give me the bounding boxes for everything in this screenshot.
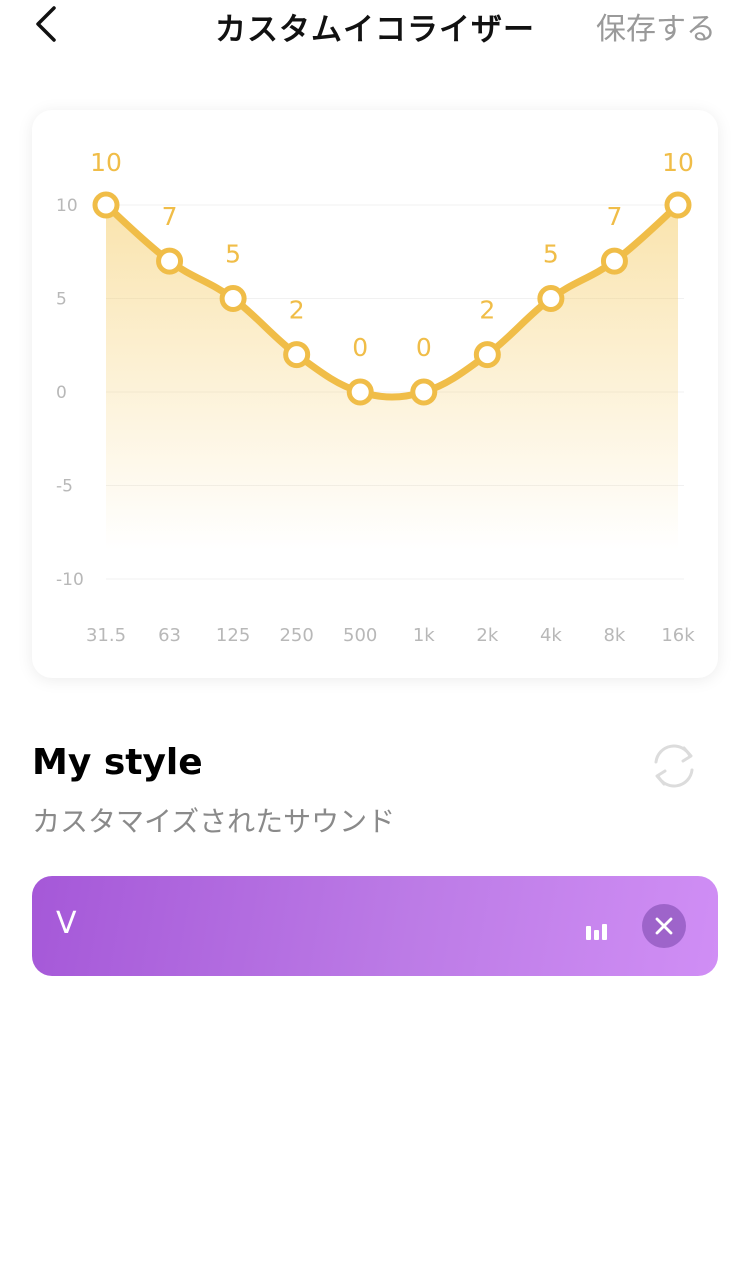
data-label: 7 [162, 202, 178, 231]
preset-bar[interactable]: V [32, 876, 718, 976]
equalizer-chart-card: 10 5 0 -5 -10 10 7 5 2 0 0 2 5 7 10 31.5 63 125 250 500 1k 2k… [32, 110, 718, 678]
data-point [473, 341, 501, 369]
y-tick-label: 5 [56, 290, 67, 310]
x-tick-label: 1k [413, 625, 435, 646]
data-label: 0 [416, 333, 432, 362]
data-point [410, 378, 438, 406]
save-button[interactable]: 保存する [596, 4, 716, 48]
data-label: 2 [479, 296, 495, 325]
x-tick-label: 4k [540, 625, 562, 646]
x-tick-label: 31.5 [86, 625, 126, 646]
data-label: 7 [606, 202, 622, 231]
data-label: 10 [90, 148, 122, 177]
data-label: 5 [225, 240, 241, 269]
y-tick-label: -10 [56, 570, 84, 590]
data-label: 5 [543, 240, 559, 269]
x-tick-label: 16k [661, 625, 695, 646]
x-tick-label: 250 [279, 625, 313, 646]
x-tick-label: 2k [476, 625, 498, 646]
x-tick-label: 8k [603, 625, 625, 646]
data-point [537, 285, 565, 312]
close-button[interactable] [642, 904, 686, 948]
close-icon [655, 917, 673, 935]
data-label: 2 [289, 296, 305, 325]
refresh-icon [654, 744, 694, 788]
preset-label: V [56, 906, 77, 941]
data-point [156, 247, 184, 275]
y-tick-label: 10 [56, 196, 78, 216]
style-subtitle: カスタマイズされたサウンド [32, 805, 396, 838]
x-tick-label: 500 [343, 625, 377, 646]
style-name: My style [32, 742, 203, 783]
data-point [92, 191, 120, 219]
x-tick-label: 125 [216, 625, 250, 646]
equalizer-bars-icon[interactable] [582, 912, 610, 940]
equalizer-chart: 10 5 0 -5 -10 10 7 5 2 0 0 2 5 7 10 31.5 63 125 250 500 1k 2k… [56, 148, 695, 646]
x-tick-label: 63 [158, 625, 181, 646]
header: カスタムイコライザー 保存する [0, 0, 750, 60]
data-point [346, 378, 374, 406]
style-section: My style カスタマイズされたサウンド [32, 738, 718, 848]
y-tick-label: 0 [56, 383, 67, 403]
area-fill [106, 205, 678, 550]
data-label: 0 [352, 333, 368, 362]
data-point [600, 247, 628, 275]
data-point [219, 285, 247, 312]
data-point [283, 341, 311, 369]
data-label: 10 [662, 148, 694, 177]
data-point [664, 191, 692, 219]
y-tick-label: -5 [56, 477, 73, 497]
reset-button[interactable] [646, 738, 702, 794]
